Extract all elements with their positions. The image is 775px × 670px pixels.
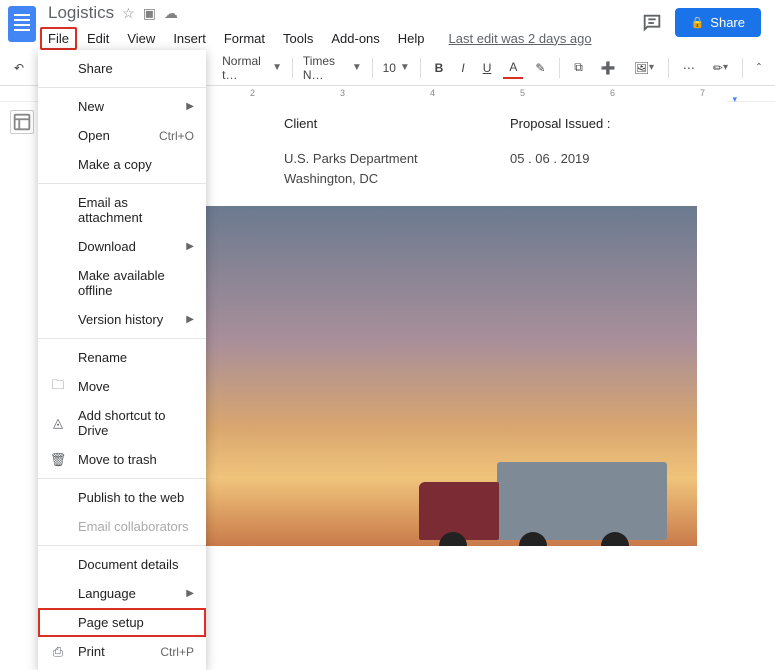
submenu-arrow-icon: ▶	[186, 241, 194, 252]
style-label: Normal t…	[222, 54, 268, 82]
separator	[372, 58, 373, 78]
lock-icon: 🔒	[691, 16, 705, 29]
separator	[38, 478, 206, 479]
menu-print[interactable]: ⎙PrintCtrl+P	[38, 637, 206, 666]
move-folder-icon[interactable]: ▣	[143, 5, 156, 22]
menu-view[interactable]: View	[119, 27, 163, 50]
ruler-marker-icon[interactable]: ▾	[732, 94, 737, 105]
ruler-tick: 6	[610, 88, 615, 98]
menu-share[interactable]: Share	[38, 54, 206, 83]
menu-version-history[interactable]: Version history▶	[38, 305, 206, 334]
ruler-tick: 3	[340, 88, 345, 98]
separator	[559, 58, 560, 78]
menu-download[interactable]: Download▶	[38, 232, 206, 261]
menu-edit[interactable]: Edit	[79, 27, 117, 50]
menu-document-details[interactable]: Document details	[38, 550, 206, 579]
col-header: Proposal Issued :	[510, 116, 630, 131]
link-icon[interactable]: ⧉	[568, 56, 589, 79]
italic-icon[interactable]: I	[455, 57, 470, 79]
menu-make-copy[interactable]: Make a copy	[38, 150, 206, 179]
last-edit-link[interactable]: Last edit was 2 days ago	[449, 31, 592, 46]
separator	[38, 338, 206, 339]
underline-icon[interactable]: U	[477, 57, 498, 79]
shortcut: Ctrl+P	[160, 645, 194, 659]
font-select[interactable]: Times N… ▼	[301, 52, 364, 84]
cloud-status-icon[interactable]: ☁	[164, 5, 178, 22]
size-label: 10	[383, 61, 396, 75]
add-comment-icon[interactable]: ➕	[595, 57, 622, 79]
bold-icon[interactable]: B	[429, 57, 450, 79]
separator	[38, 87, 206, 88]
separator	[742, 58, 743, 78]
menu-help[interactable]: Help	[390, 27, 433, 50]
col-header: Client	[284, 116, 454, 131]
shortcut: Ctrl+O	[159, 129, 194, 143]
menu-file[interactable]: File	[40, 27, 77, 50]
menu-insert[interactable]: Insert	[165, 27, 214, 50]
image-icon[interactable]: 🖼▾	[628, 57, 660, 79]
drive-icon: ◬	[50, 415, 66, 431]
separator	[292, 58, 293, 78]
menu-addons[interactable]: Add-ons	[323, 27, 387, 50]
menu-page-setup[interactable]: Page setup	[38, 608, 206, 637]
ruler-tick: 7	[700, 88, 705, 98]
comments-icon[interactable]	[641, 12, 663, 34]
menu-trash[interactable]: 🗑Move to trash	[38, 445, 206, 474]
menu-format[interactable]: Format	[216, 27, 273, 50]
share-label: Share	[710, 15, 745, 30]
docs-logo-icon[interactable]	[8, 6, 36, 42]
truck-illustration	[387, 446, 667, 546]
submenu-arrow-icon: ▶	[186, 101, 194, 112]
share-button[interactable]: 🔒 Share	[675, 8, 761, 37]
col-body: U.S. Parks DepartmentWashington, DC	[284, 149, 454, 188]
folder-icon: 🗀	[50, 379, 66, 395]
menu-rename[interactable]: Rename	[38, 343, 206, 372]
undo-icon[interactable]: ↶	[8, 57, 30, 79]
more-icon[interactable]: ⋯	[677, 57, 701, 79]
print-icon: ⎙	[50, 644, 66, 660]
text-color-icon[interactable]: A	[503, 57, 523, 79]
separator	[38, 545, 206, 546]
star-icon[interactable]: ☆	[122, 5, 135, 22]
menu-email-collaborators: Email collaborators	[38, 512, 206, 541]
header: Logistics ☆ ▣ ☁ 🔒Share	[0, 0, 775, 26]
col-body: 05 . 06 . 2019	[510, 149, 630, 188]
separator	[668, 58, 669, 78]
menu-tools[interactable]: Tools	[275, 27, 321, 50]
menu-publish[interactable]: Publish to the web	[38, 483, 206, 512]
menu-new[interactable]: New▶	[38, 92, 206, 121]
menu-offline[interactable]: Make available offline	[38, 261, 206, 305]
menu-add-shortcut[interactable]: ◬Add shortcut to Drive	[38, 401, 206, 445]
outline-toggle-icon[interactable]	[10, 110, 34, 134]
menu-move[interactable]: 🗀Move	[38, 372, 206, 401]
ruler-tick: 2	[250, 88, 255, 98]
separator	[38, 183, 206, 184]
chevron-down-icon: ▼	[352, 62, 362, 73]
menu-language[interactable]: Language▶	[38, 579, 206, 608]
expand-icon[interactable]: ˆ	[751, 57, 767, 79]
menu-open[interactable]: OpenCtrl+O	[38, 121, 206, 150]
file-menu-dropdown: Share New▶ OpenCtrl+O Make a copy Email …	[38, 50, 206, 670]
separator	[420, 58, 421, 78]
highlight-icon[interactable]: ✎	[529, 57, 551, 79]
document-title[interactable]: Logistics	[48, 3, 114, 23]
chevron-down-icon: ▼	[400, 62, 410, 73]
submenu-arrow-icon: ▶	[186, 314, 194, 325]
size-select[interactable]: 10 ▼	[381, 59, 412, 77]
ruler-tick: 4	[430, 88, 435, 98]
font-label: Times N…	[303, 54, 348, 82]
trash-icon: 🗑	[50, 452, 66, 468]
chevron-down-icon: ▼	[272, 62, 282, 73]
submenu-arrow-icon: ▶	[186, 588, 194, 599]
menu-email-attachment[interactable]: Email as attachment	[38, 188, 206, 232]
ruler-tick: 5	[520, 88, 525, 98]
style-select[interactable]: Normal t… ▼	[220, 52, 284, 84]
editing-mode-icon[interactable]: ✏ ▾	[707, 57, 734, 79]
